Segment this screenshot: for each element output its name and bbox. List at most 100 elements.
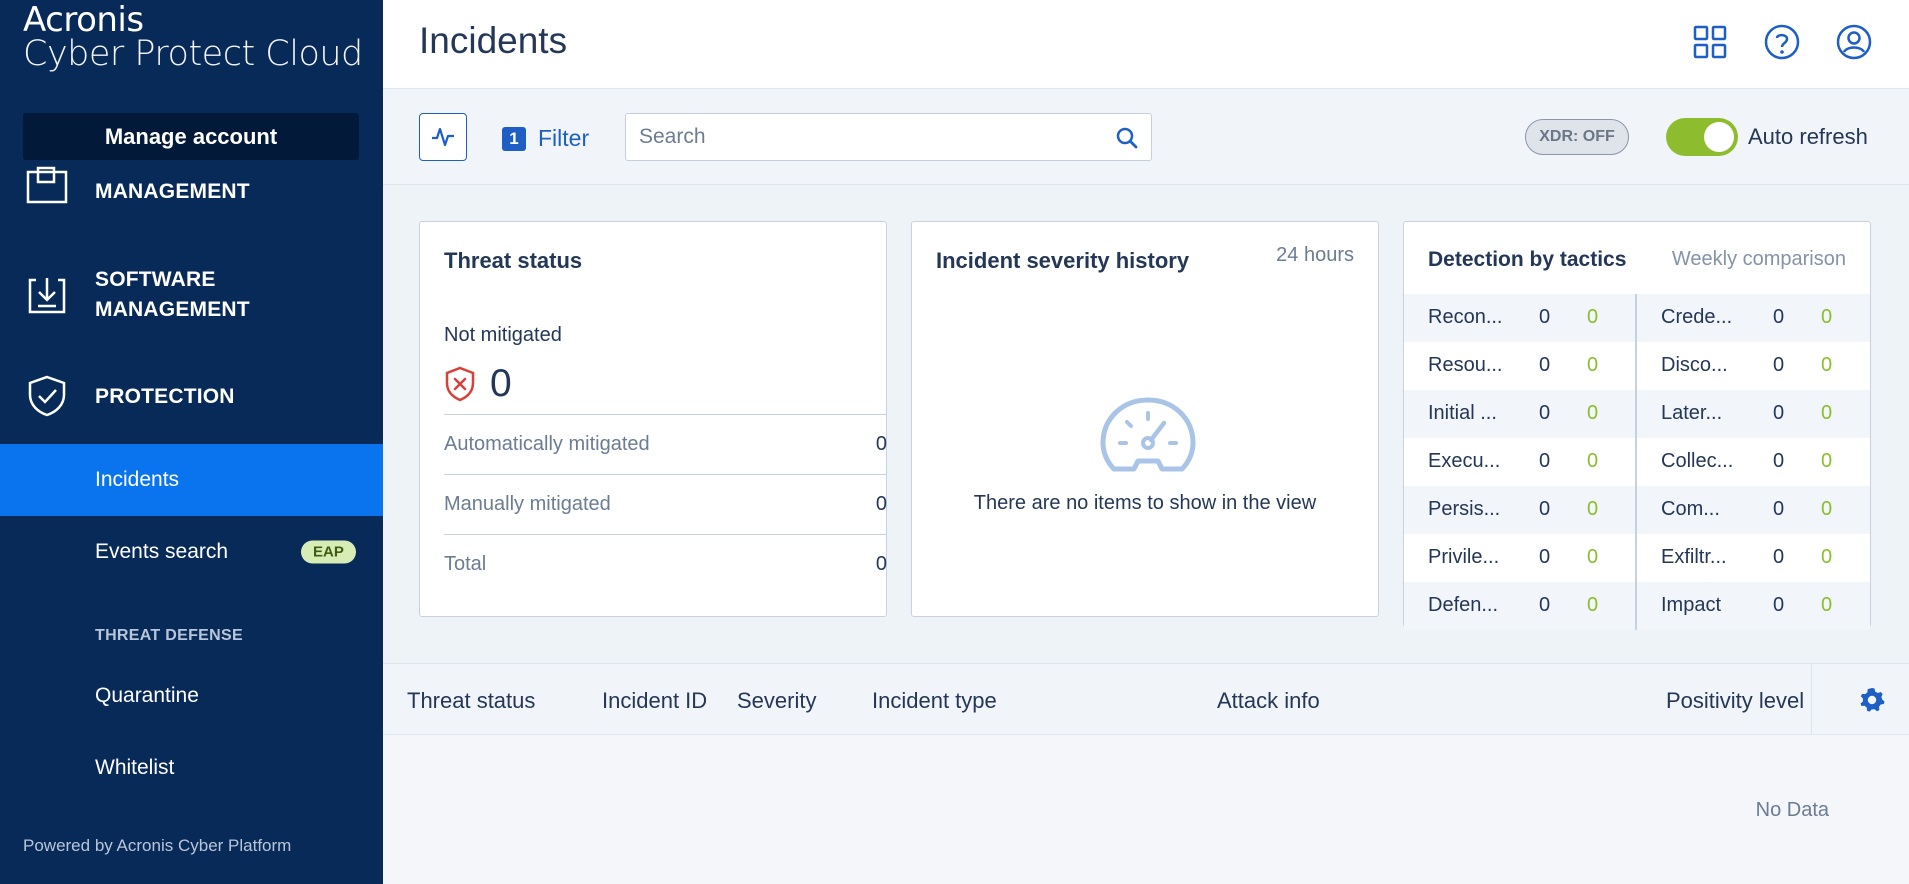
software-management-icon [28,278,66,314]
card-title: Incident severity history [936,248,1190,273]
tactic-weekly: 0 [1587,546,1599,568]
tactic-count: 0 [1539,594,1551,616]
incidents-table-body: No Data [383,735,1909,884]
sidebar-item-quarantine[interactable]: Quarantine [0,660,383,732]
column-attack-info[interactable]: Attack info [1217,688,1320,714]
search-input[interactable] [639,114,1099,160]
nav-item-software-management[interactable]: SOFTWARE MANAGEMENT [0,262,383,328]
tactic-name: Privile... [1428,546,1500,568]
column-threat-status[interactable]: Threat status [407,688,535,714]
row-value: 0 [875,493,887,515]
tactic-count: 0 [1539,306,1551,328]
sidebar-item-label: Incidents [95,468,180,491]
tactic-cell: Impact 0 0 [1637,582,1870,630]
nav-label-protection: PROTECTION [95,385,235,408]
nav-item-management[interactable]: MANAGEMENT [0,166,383,214]
auto-refresh-toggle[interactable] [1666,118,1738,156]
search-box [625,113,1152,161]
tactic-weekly: 0 [1587,450,1599,472]
tactic-cell: Persis... 0 0 [1404,486,1637,534]
user-account-icon[interactable] [1834,22,1874,62]
sidebar-item-label: Quarantine [95,684,199,707]
tactic-weekly: 0 [1587,498,1599,520]
column-divider [1811,664,1812,736]
threat-row-auto: Automatically mitigated 0 [444,414,887,474]
tactic-cell: Com... 0 0 [1637,486,1870,534]
tactic-weekly: 0 [1821,402,1833,424]
tactic-count: 0 [1539,498,1551,520]
filter-button[interactable]: 1 Filter [502,125,589,152]
card-title: Detection by tactics [1428,248,1627,271]
empty-state-text: There are no items to show in the view [973,492,1317,514]
threat-status-card: Threat status Not mitigated 0 Automatica… [419,221,887,617]
column-incident-type[interactable]: Incident type [872,688,997,714]
filter-label: Filter [538,125,590,151]
tactic-count: 0 [1773,594,1785,616]
not-mitigated-value: 0 [444,362,512,406]
tactic-weekly: 0 [1821,546,1833,568]
tactic-weekly: 0 [1587,354,1599,376]
nav-item-protection[interactable]: PROTECTION [0,372,383,420]
manage-account-button[interactable]: Manage account [23,113,359,160]
nav-label-management: MANAGEMENT [95,180,250,203]
filter-count-badge: 1 [502,126,526,151]
tactic-cell: Initial ... 0 0 [1404,390,1637,438]
tactics-row: Persis... 0 0 Com... 0 0 [1404,486,1870,534]
tactic-weekly: 0 [1821,306,1833,328]
sidebar-item-whitelist[interactable]: Whitelist [0,732,383,804]
toggle-knob [1704,122,1734,152]
tactic-name: Exfiltr... [1661,546,1727,568]
tactic-cell: Privile... 0 0 [1404,534,1637,582]
shield-x-icon [445,366,475,402]
not-mitigated-label: Not mitigated [444,324,562,346]
auto-refresh-label: Auto refresh [1748,124,1868,149]
activity-pulse-icon [432,127,454,147]
column-incident-id[interactable]: Incident ID [602,688,707,714]
eap-badge: EAP [301,540,356,564]
apps-grid-icon[interactable] [1690,22,1730,62]
tactic-cell: Collec... 0 0 [1637,438,1870,486]
period-label: 24 hours [1276,244,1354,266]
tactic-count: 0 [1773,354,1785,376]
tactic-name: Execu... [1428,450,1501,472]
gear-icon[interactable] [1859,687,1885,713]
column-severity[interactable]: Severity [737,688,816,714]
tactic-cell: Exfiltr... 0 0 [1637,534,1870,582]
detection-by-tactics-card: Detection by tactics Weekly comparison R… [1403,221,1871,630]
section-threat-defense: THREAT DEFENSE [95,627,243,644]
tactic-name: Impact [1661,594,1722,616]
tactic-weekly: 0 [1587,306,1599,328]
no-data-text: No Data [1755,799,1829,821]
help-icon[interactable] [1762,22,1802,62]
tactic-count: 0 [1539,402,1551,424]
threat-row-manual: Manually mitigated 0 [444,474,887,534]
sidebar-item-incidents[interactable]: Incidents [0,444,383,516]
tactic-count: 0 [1539,546,1551,568]
xdr-status-badge[interactable]: XDR: OFF [1525,119,1629,155]
speedometer-icon [1100,397,1196,472]
tactic-count: 0 [1539,450,1551,472]
sidebar-item-label: Whitelist [95,756,175,779]
incidents-table-header: Threat status Incident ID Severity Incid… [383,663,1909,736]
tactic-name: Defen... [1428,594,1499,616]
tactic-weekly: 0 [1821,354,1833,376]
tactic-cell: Defen... 0 0 [1404,582,1637,630]
tactics-row: Initial ... 0 0 Later... 0 0 [1404,390,1870,438]
shield-check-icon [28,375,66,417]
tactic-count: 0 [1539,354,1551,376]
threat-row-total: Total 0 [444,534,887,594]
tactic-cell: Resou... 0 0 [1404,342,1637,390]
column-positivity-level[interactable]: Positivity level [1666,688,1804,714]
tactics-row: Defen... 0 0 Impact 0 0 [1404,582,1870,630]
row-value: 0 [875,433,887,455]
tactic-weekly: 0 [1587,402,1599,424]
page-title: Incidents [419,20,568,61]
tactic-cell: Recon... 0 0 [1404,294,1637,342]
activity-button[interactable] [419,113,467,161]
row-label: Automatically mitigated [444,433,650,455]
comparison-label: Weekly comparison [1671,248,1846,270]
sidebar-item-events-search[interactable]: Events search EAP [0,516,383,588]
search-icon[interactable] [1115,126,1139,150]
powered-by: Powered by Acronis Cyber Platform [23,836,292,855]
nav-label-management-2: MANAGEMENT [95,298,250,321]
